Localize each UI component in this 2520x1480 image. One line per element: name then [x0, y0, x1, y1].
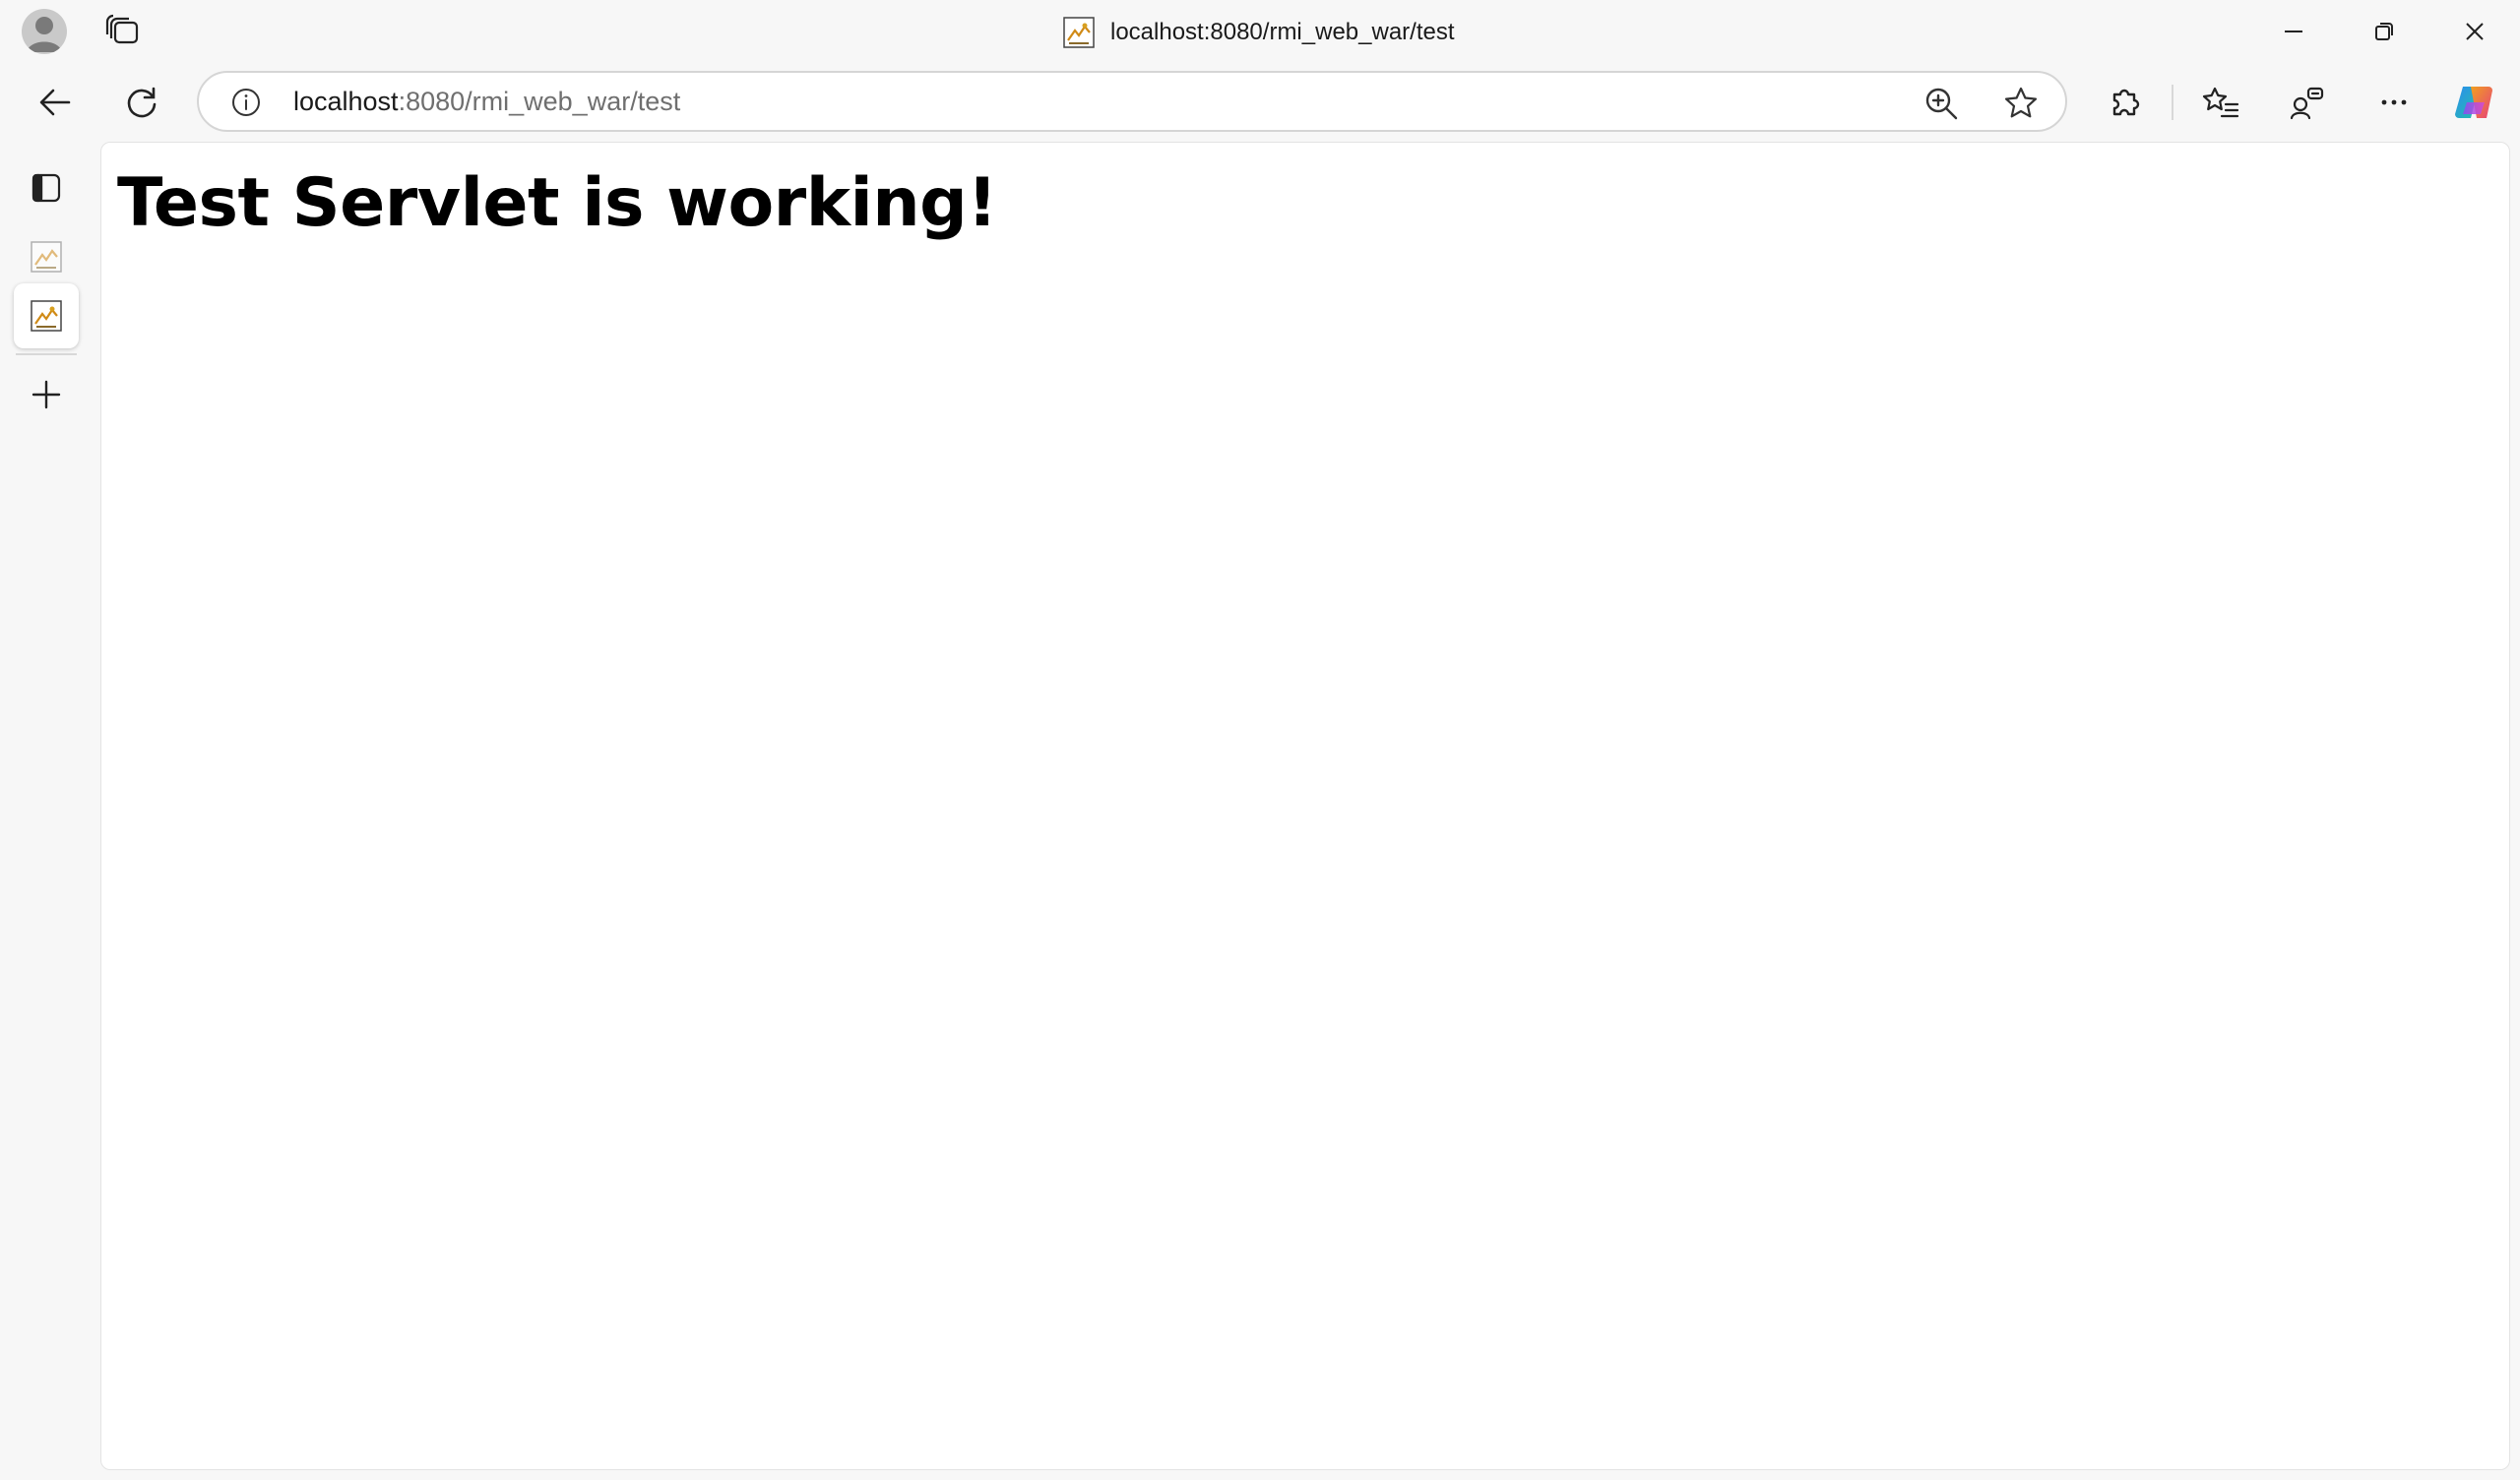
zoom-icon[interactable] [1923, 86, 1959, 121]
page-viewport: Test Servlet is working! [100, 142, 2510, 1470]
tab-item-active[interactable] [14, 283, 79, 348]
workspaces-icon[interactable] [102, 14, 142, 49]
close-icon[interactable] [2429, 0, 2520, 63]
favorites-icon[interactable] [2195, 77, 2246, 128]
window-title-text: localhost:8080/rmi_web_war/test [1110, 19, 1455, 45]
extensions-icon[interactable] [2099, 77, 2150, 128]
favorite-star-icon[interactable] [2002, 85, 2040, 122]
tab-strip-divider [16, 353, 77, 355]
vertical-tab-strip [0, 142, 98, 1480]
copilot-icon[interactable] [2449, 77, 2500, 128]
restore-icon[interactable] [2339, 0, 2429, 63]
tab-item-inactive[interactable] [14, 224, 79, 289]
tab-actions-menu-icon[interactable] [14, 155, 79, 220]
refresh-icon[interactable] [116, 77, 167, 128]
page-heading: Test Servlet is working! [117, 164, 997, 242]
back-icon[interactable] [30, 77, 81, 128]
toolbar-divider [2172, 85, 2174, 120]
more-icon[interactable] [2368, 77, 2420, 128]
profile-sync-icon[interactable] [2282, 77, 2333, 128]
url-text[interactable]: localhost:8080/rmi_web_war/test [293, 87, 680, 117]
browser-toolbar: localhost:8080/rmi_web_war/test [0, 63, 2520, 142]
minimize-icon[interactable] [2248, 0, 2339, 63]
new-tab-plus-icon[interactable] [14, 362, 79, 427]
url-host: localhost [293, 87, 399, 116]
profile-avatar-icon[interactable] [22, 9, 67, 54]
url-path: :8080/rmi_web_war/test [398, 87, 681, 116]
window-title: localhost:8080/rmi_web_war/test [1063, 16, 1455, 49]
tomcat-favicon-icon [1063, 17, 1095, 48]
site-info-icon[interactable] [230, 87, 262, 118]
title-bar: localhost:8080/rmi_web_war/test [0, 0, 2520, 63]
address-bar[interactable]: localhost:8080/rmi_web_war/test [197, 71, 2067, 132]
